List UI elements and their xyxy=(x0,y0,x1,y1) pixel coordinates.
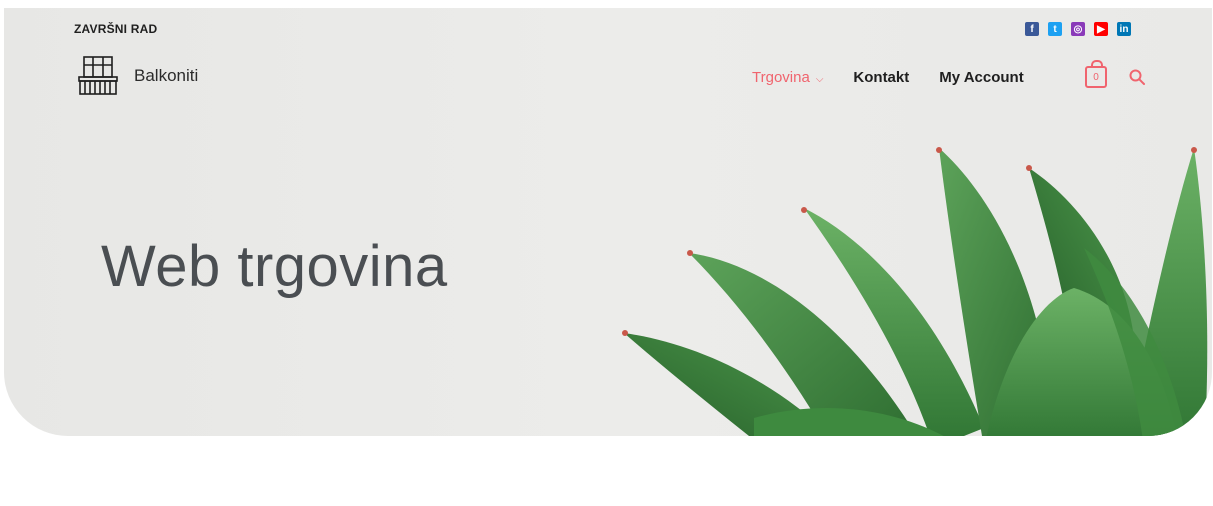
twitter-icon[interactable]: t xyxy=(1048,22,1062,36)
logo-text[interactable]: Balkoniti xyxy=(134,66,198,86)
site-title: ZAVRŠNI RAD xyxy=(74,22,158,36)
nav-item-trgovina[interactable]: Trgovina ⌵ xyxy=(752,69,823,86)
facebook-icon[interactable]: f xyxy=(1025,22,1039,36)
succulent-plant-image xyxy=(622,147,1208,436)
chevron-down-icon: ⌵ xyxy=(815,74,824,85)
nav-item-kontakt[interactable]: Kontakt xyxy=(853,69,909,86)
cart-button[interactable]: 0 xyxy=(1085,60,1107,88)
linkedin-icon[interactable]: in xyxy=(1117,22,1131,36)
nav-item-my-account[interactable]: My Account xyxy=(939,69,1023,86)
search-button[interactable] xyxy=(1129,69,1145,90)
nav-item-label: Trgovina xyxy=(752,69,810,86)
balcony-logo-icon xyxy=(78,56,118,95)
hero-section: ZAVRŠNI RAD f t ◎ ▶ in Balkoniti Trgovin… xyxy=(4,8,1212,436)
site-logo[interactable]: Balkoniti xyxy=(76,54,198,98)
social-links: f t ◎ ▶ in xyxy=(1025,22,1131,36)
youtube-icon[interactable]: ▶ xyxy=(1094,22,1108,36)
hero-title: Web trgovina xyxy=(101,234,448,299)
cart-count: 0 xyxy=(1093,71,1099,83)
main-nav: Trgovina ⌵ Kontakt My Account xyxy=(752,69,1054,86)
search-icon xyxy=(1129,69,1145,85)
instagram-icon[interactable]: ◎ xyxy=(1071,22,1085,36)
